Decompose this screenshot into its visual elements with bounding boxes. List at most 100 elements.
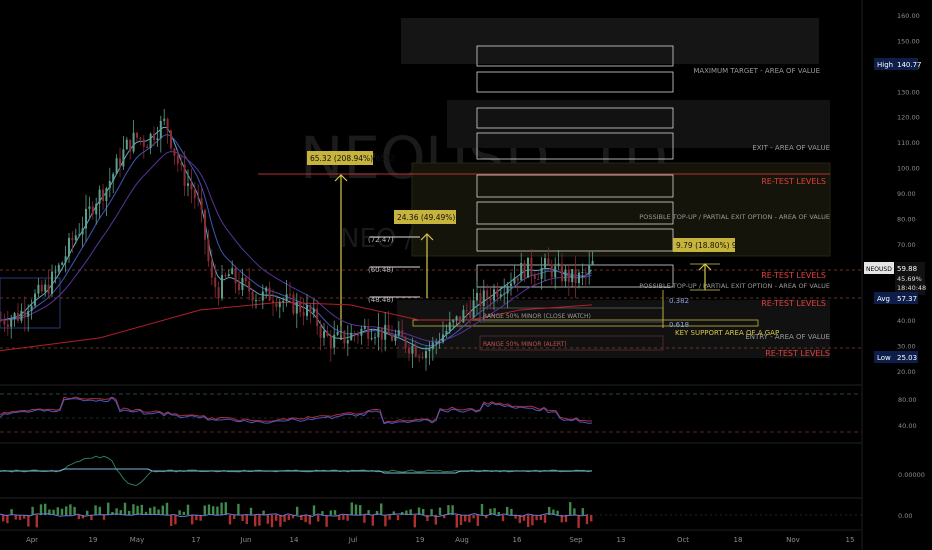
candle-body xyxy=(394,335,397,341)
minor-close-label: RANGE 50% MINOR (CLOSE WATCH) xyxy=(483,313,591,320)
volume-bar xyxy=(107,502,110,515)
candle-body xyxy=(377,327,380,338)
candle-body xyxy=(387,324,390,335)
candle-body xyxy=(193,189,196,199)
candle-body xyxy=(57,264,60,272)
rsi-tick-40: 40.00 xyxy=(898,422,917,430)
volume-bar xyxy=(262,510,265,515)
volume-bar xyxy=(18,515,22,520)
volume-bar xyxy=(476,515,479,526)
candle-body xyxy=(527,257,529,278)
volume-bar xyxy=(480,503,484,515)
volume-bar xyxy=(459,515,463,525)
volume-bar xyxy=(27,515,30,527)
volume-bar xyxy=(254,515,257,527)
candle-body xyxy=(343,330,346,344)
volume-bar xyxy=(506,506,509,515)
volume-bar xyxy=(186,504,190,515)
high-badge-label: High xyxy=(877,61,893,69)
volume-bar xyxy=(241,515,244,522)
time-tick-label: Nov xyxy=(786,536,800,544)
candle-body xyxy=(479,293,482,307)
volume-bar xyxy=(60,508,64,515)
candle-body xyxy=(190,183,193,190)
time-tick-label: Oct xyxy=(677,536,689,544)
candle-body xyxy=(292,294,295,314)
price-tick-label: 40.00 xyxy=(897,317,916,325)
candle-body xyxy=(431,342,434,350)
volume-bar xyxy=(31,506,34,515)
volume-bar xyxy=(161,505,164,515)
volume-bar xyxy=(317,515,320,522)
candle-body xyxy=(323,331,325,338)
candle-body xyxy=(510,283,512,286)
candle-body xyxy=(156,138,159,140)
volume-bar xyxy=(472,515,475,519)
volume-bar xyxy=(165,502,169,515)
candle-body xyxy=(408,348,410,354)
candle-body xyxy=(207,239,210,262)
volume-bar xyxy=(384,515,387,527)
measure-1-label: 65.32 (208.94%) 6532 xyxy=(310,154,395,163)
candle-body xyxy=(350,332,353,341)
volume-bar xyxy=(216,506,219,515)
candle-body xyxy=(204,209,206,240)
volume-bar xyxy=(123,502,127,515)
gap-label: KEY SUPPORT AREA OF A GAP xyxy=(675,329,779,337)
time-tick-label: 19 xyxy=(416,536,425,544)
volume-bar xyxy=(128,510,131,515)
volume-bar xyxy=(577,515,580,528)
volume-bar xyxy=(35,515,38,528)
volume-bar xyxy=(153,506,156,515)
level-4848: (48.48) xyxy=(368,296,394,304)
volume-bar xyxy=(266,515,269,524)
candle-body xyxy=(187,183,189,186)
price-tick-label: 20.00 xyxy=(897,368,916,376)
candle-body xyxy=(112,173,115,182)
candle-body xyxy=(340,330,342,332)
volume-bar xyxy=(396,515,400,521)
volume-bar xyxy=(283,515,286,522)
candle-body xyxy=(363,326,366,329)
volume-bar xyxy=(65,506,68,515)
candle-body xyxy=(0,320,2,322)
candle-body xyxy=(265,287,268,292)
zone-topup-2: POSSIBLE TOP-UP / PARTIAL EXIT OPTION - … xyxy=(639,282,830,290)
candle-body xyxy=(197,198,200,200)
candle-body xyxy=(68,237,70,257)
candle-body xyxy=(295,301,298,314)
candle-body xyxy=(489,298,492,301)
candle-body xyxy=(578,272,580,284)
candle-body xyxy=(465,310,468,312)
volume-bar xyxy=(249,507,253,515)
volume-bar xyxy=(237,503,240,515)
candle-body xyxy=(584,272,587,274)
candle-body xyxy=(435,342,438,344)
candle-body xyxy=(268,287,271,301)
candle-body xyxy=(520,262,523,281)
volume-bar xyxy=(455,515,458,528)
price-tick-label: 130.00 xyxy=(897,88,920,96)
candle-body xyxy=(278,302,281,308)
candle-body xyxy=(401,330,404,338)
volume-bar xyxy=(2,515,5,522)
candle-body xyxy=(6,324,9,327)
candle-body xyxy=(462,310,465,323)
candle-body xyxy=(3,320,6,325)
volume-bar xyxy=(77,515,80,520)
volume-bar xyxy=(430,509,433,515)
price-tick-label: 100.00 xyxy=(897,165,920,173)
volume-tick-0: 0.00 xyxy=(898,512,912,520)
fib-0618: 0.618 xyxy=(669,321,689,329)
candle-body xyxy=(561,263,563,282)
time-tick-label: 14 xyxy=(290,536,299,544)
candle-body xyxy=(329,335,332,348)
volume-bar xyxy=(497,511,500,515)
candle-body xyxy=(132,132,135,152)
candle-body xyxy=(149,133,152,149)
trading-chart[interactable]: NEOUSD, 1D NEO / U.S. Dollar xyxy=(0,0,932,550)
candle-body xyxy=(547,258,550,265)
candle-body xyxy=(88,206,91,209)
volume-bar xyxy=(581,508,584,515)
candle-body xyxy=(30,305,33,312)
